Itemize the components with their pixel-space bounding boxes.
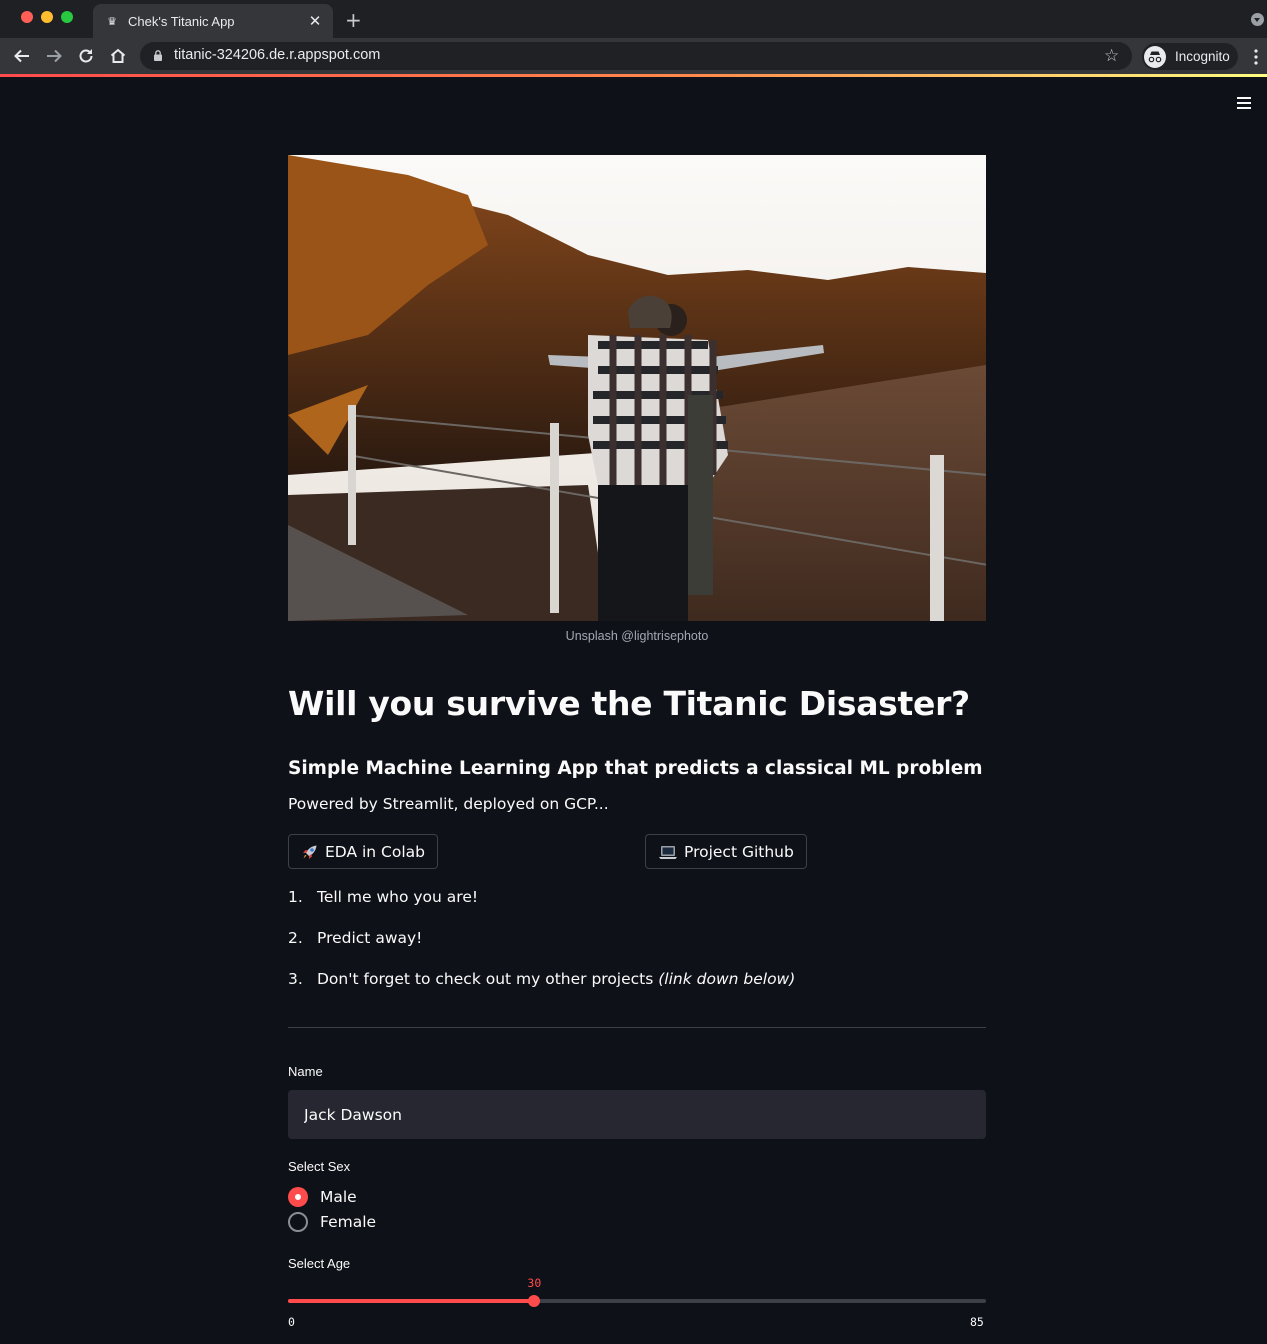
eda-colab-button[interactable]: EDA in Colab [288, 834, 438, 869]
list-item-text: Don't forget to check out my other proje… [317, 970, 795, 1011]
page-title: Will you survive the Titanic Disaster? [288, 684, 970, 723]
powered-by-text: Powered by Streamlit, deployed on GCP... [288, 795, 609, 813]
streamlit-decoration-bar [0, 74, 1267, 77]
url-text[interactable]: titanic-324206.de.r.appspot.com [174, 47, 380, 63]
home-icon[interactable] [106, 44, 130, 68]
age-label: Select Age [288, 1256, 351, 1271]
age-slider-thumb[interactable] [528, 1295, 541, 1307]
age-slider-fill [288, 1299, 535, 1303]
eda-colab-label: EDA in Colab [325, 842, 425, 861]
crown-icon: ♛ [107, 14, 117, 28]
age-slider-value: 30 [527, 1276, 542, 1290]
hamburger-menu-icon[interactable] [1237, 97, 1251, 111]
name-input[interactable] [288, 1090, 986, 1139]
divider [288, 1027, 986, 1028]
sex-label: Select Sex [288, 1159, 351, 1174]
age-slider-min: 0 [288, 1315, 295, 1329]
list-item-text-main: Don't forget to check out my other proje… [317, 970, 659, 988]
list-item-number: 2. [288, 929, 303, 947]
radio-label-male: Male [320, 1188, 357, 1206]
radio-label-female: Female [320, 1213, 377, 1231]
lock-icon [154, 50, 162, 61]
rocket-icon [301, 843, 319, 861]
incognito-label: Incognito [1175, 49, 1230, 64]
maximize-window-button[interactable] [61, 11, 73, 23]
minimize-window-button[interactable] [41, 11, 53, 23]
list-item: 2. Predict away! [288, 929, 795, 970]
list-item-text: Predict away! [317, 929, 423, 947]
incognito-badge[interactable]: Incognito [1142, 43, 1238, 70]
new-tab-icon[interactable]: + [345, 8, 362, 32]
reload-icon[interactable] [74, 44, 98, 68]
bookmark-star-icon[interactable]: ☆ [1104, 46, 1119, 66]
project-github-button[interactable]: Project Github [645, 834, 807, 869]
steps-list: 1. Tell me who you are! 2. Predict away!… [288, 888, 795, 1011]
tab-title: Chek's Titanic App [128, 13, 235, 29]
list-item-emphasis: (link down below) [658, 970, 796, 988]
forward-icon[interactable] [42, 44, 66, 68]
list-item: 3. Don't forget to check out my other pr… [288, 970, 795, 1011]
browser-tab[interactable]: ♛ Chek's Titanic App ✕ [93, 4, 333, 38]
radio-unselected-icon[interactable] [288, 1212, 308, 1232]
image-caption: Unsplash @lightrisephoto [565, 629, 709, 643]
back-icon[interactable] [10, 44, 34, 68]
laptop-icon [658, 843, 678, 861]
tab-search-icon[interactable] [1251, 13, 1264, 26]
project-github-label: Project Github [684, 842, 794, 861]
age-slider-max: 85 [970, 1315, 984, 1329]
list-item-number: 3. [288, 970, 303, 988]
incognito-icon [1144, 45, 1166, 68]
browser-tab-bar: ♛ Chek's Titanic App ✕ + [0, 0, 1267, 38]
close-tab-icon[interactable]: ✕ [307, 12, 323, 30]
sex-radio-male[interactable]: Male [288, 1187, 357, 1207]
page-subtitle: Simple Machine Learning App that predict… [288, 758, 983, 779]
sex-radio-female[interactable]: Female [288, 1212, 376, 1232]
name-label: Name [288, 1064, 323, 1079]
list-item-text: Tell me who you are! [317, 888, 479, 906]
list-item-number: 1. [288, 888, 303, 906]
close-window-button[interactable] [21, 11, 33, 23]
browser-menu-icon[interactable] [1254, 48, 1258, 66]
radio-selected-icon[interactable] [288, 1187, 308, 1207]
hero-image [288, 155, 986, 621]
list-item: 1. Tell me who you are! [288, 888, 795, 929]
